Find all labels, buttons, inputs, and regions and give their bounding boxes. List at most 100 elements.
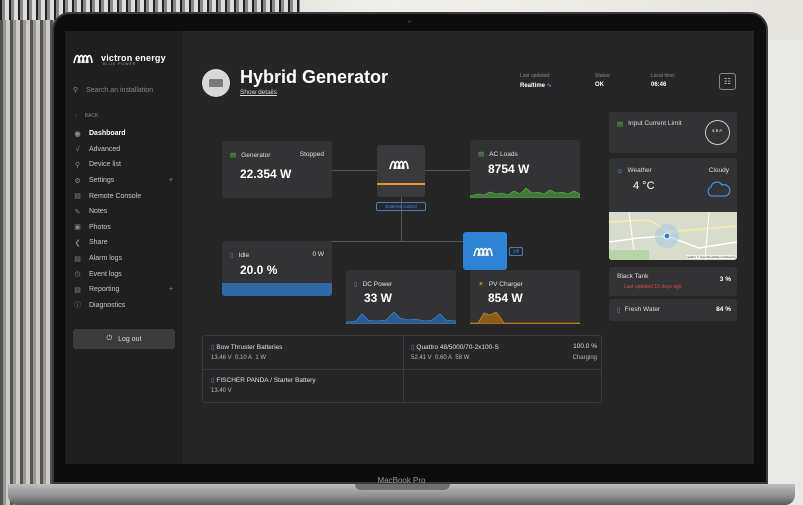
victron-wave-icon [473,247,493,257]
list-item[interactable]: ▯ Quattro 48/5000/70-2x100-S 100.0 % 52.4… [411,343,597,361]
list-item[interactable]: ▯ FISCHER PANDA / Starter Battery 13.40 … [211,376,316,394]
show-details-link[interactable]: Show details [240,89,277,96]
battery-voltage: 13.46 V [211,355,232,361]
map-attribution[interactable]: Leaflet | © OpenStreetMap contributors [686,255,735,259]
battery-soc: 20.0 % [240,263,278,277]
battery-name: FISCHER PANDA / Starter Battery [216,377,316,384]
signal-icon: ∿ [546,83,552,89]
sidebar-item-label: Dashboard [89,130,126,138]
ac-loads-card[interactable]: ▤ AC Loads 8754 W [470,140,580,198]
battery-level-fill [222,283,332,296]
tank-card-fresh[interactable]: ▯ Fresh Water 84 % [609,299,737,321]
sidebar-item-label: Device list [89,161,121,169]
hub-ac-bar [377,183,425,185]
gear-icon: ⚙ [74,177,81,185]
pv-charger-power: 854 W [488,291,523,305]
local-time-label: Local time: [651,73,676,79]
settings-toggle-button[interactable]: ☷ [719,73,736,90]
clock-icon: ◷ [74,271,81,279]
inverter-node[interactable] [463,232,507,270]
sidebar-item-reporting[interactable]: ▤ Reporting + [73,282,179,298]
sidebar-item-dashboard[interactable]: ◉ Dashboard [73,126,179,142]
sidebar-item-diagnostics[interactable]: ⓘ Diagnostics [73,298,179,314]
status: Status: OK [595,73,611,88]
location-map[interactable]: Leaflet | © OpenStreetMap contributors [609,212,737,260]
sidebar-item-notes[interactable]: ✎ Notes [73,204,179,220]
pv-charger-label: PV Charger [488,280,523,288]
share-icon: ❮ [74,239,81,247]
dashboard-screen: victron energy BLUE POWER ⚲ Search an in… [65,31,754,464]
connector-line [331,170,377,171]
thermometer-icon: ⊙ [617,168,623,175]
page-title: Hybrid Generator [240,67,389,87]
search-icon: ⚲ [73,87,79,94]
battery-charge-state: Charging [572,355,597,361]
inverter-off-badge[interactable]: Off [509,247,523,256]
sidebar-item-device-list[interactable]: ⚲ Device list [73,157,179,173]
battery-icon: ▯ [211,344,215,351]
logout-button[interactable]: ⏻ Log out [73,329,175,349]
sidebar-item-label: Remote Console [89,192,142,200]
ac-loads-label: AC Loads [489,150,518,158]
last-updated-value: Realtime [520,83,546,89]
battery-power: 0 W [312,251,324,258]
battery-voltage: 13.40 V [211,388,232,394]
tank-level: 84 % [716,306,731,313]
installation-avatar [202,69,230,97]
sidebar-item-event-logs[interactable]: ◷ Event logs [73,266,179,282]
sidebar-item-label: Notes [89,208,108,216]
power-icon: ⏻ [106,335,113,342]
expand-icon[interactable]: + [169,286,173,293]
battery-soc: 100.0 % [573,343,597,350]
generator-state: Stopped [299,151,324,158]
back-link[interactable]: ‹ BACK [75,113,98,119]
tank-icon: ▯ [617,307,621,314]
tank-name: Black Tank [617,273,649,280]
sidebar-item-photos[interactable]: ▣ Photos [73,220,179,236]
sidebar-item-remote-console[interactable]: ▤ Remote Console [73,188,179,204]
connector-line [425,170,470,171]
generator-power: 22.354 W [240,167,292,181]
input-current-limit-card[interactable]: ▤ Input Current Limit 4.9 A [609,112,737,153]
battery-current: 0.60 A [435,355,453,361]
connector-line [331,241,463,242]
input-limit-gauge[interactable]: 4.9 A [705,120,730,145]
status-value: OK [595,82,604,88]
sidebar-item-advanced[interactable]: √ Advanced [73,142,179,158]
multiplus-hub[interactable] [377,145,425,197]
local-time: Local time: 06:46 [651,73,675,88]
cloud-icon [707,181,731,197]
logout-label: Log out [118,335,142,343]
dc-power-card[interactable]: ▯ DC Power 33 W [346,270,456,324]
sidebar-item-label: Diagnostics [89,301,126,309]
tank-card-black[interactable]: Black Tank 3 % Last updated 15 days ago [609,267,737,296]
list-item[interactable]: ▯ Bow Thruster Batteries 13.46 V 0.10 A … [211,343,282,361]
battery-power: 1 W [255,355,267,361]
report-icon: ▤ [74,286,81,294]
victron-wave-icon [389,160,409,170]
generator-label: Generator [241,151,271,159]
expand-icon[interactable]: + [169,177,173,184]
battery-card[interactable]: ▯ Idle 0 W 20.0 % [222,241,332,296]
victron-logo[interactable]: victron energy BLUE POWER [73,51,166,66]
ac-loads-power: 8754 W [488,162,530,176]
battery-state: Idle [238,251,250,259]
last-updated: Last updated: Realtime ∿ [520,73,552,89]
sidebar-item-settings[interactable]: ⚙ Settings + [73,173,179,189]
temperature-value: 4 °C [633,180,655,192]
sidebar-item-label: Event logs [89,270,122,278]
input-limit-gauge-value: 4.9 A [711,128,723,133]
chart-line-icon: √ [75,145,80,153]
battery-icon: ▯ [230,252,234,259]
search-installation[interactable]: ⚲ Search an installation [73,86,153,95]
sidebar-item-alarm-logs[interactable]: ▤ Alarm logs [73,251,179,267]
external-control-badge[interactable]: External control [376,202,426,211]
generator-card[interactable]: ▤ Generator Stopped 22.354 W [222,141,332,198]
weather-card[interactable]: ⊙ Weather Cloudy 4 °C [609,158,737,214]
chevron-left-icon: ‹ [75,113,77,119]
sidebar-item-share[interactable]: ❮ Share [73,235,179,251]
sidebar-item-label: Share [89,239,108,247]
dashboard-icon: ◉ [74,130,81,138]
notes-icon: ✎ [74,208,81,216]
pv-charger-card[interactable]: ☀ PV Charger 854 W [470,270,580,324]
